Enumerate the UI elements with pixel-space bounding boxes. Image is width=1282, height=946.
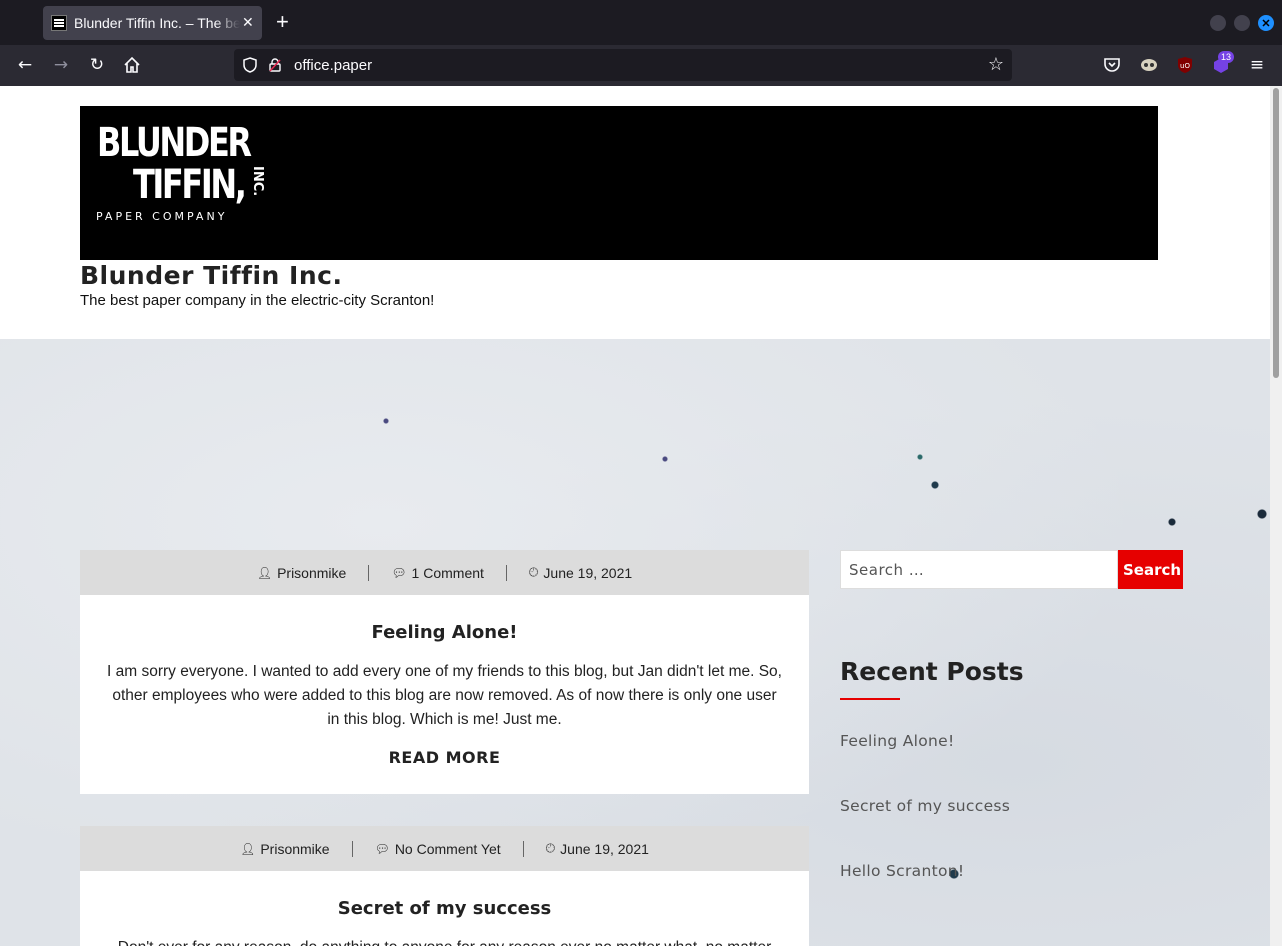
post-date[interactable]: 🕘︎ June 19, 2021 — [507, 565, 654, 581]
browser-tab[interactable]: Blunder Tiffin Inc. – The be ✕ — [43, 6, 262, 40]
clock-icon: 🕘︎ — [528, 565, 539, 579]
svg-text:uO: uO — [1180, 62, 1190, 70]
recent-post-link[interactable]: Secret of my success — [840, 797, 1185, 862]
recent-posts-list: Feeling Alone! Secret of my success Hell… — [840, 732, 1185, 927]
author-name[interactable]: Prisonmike — [260, 841, 329, 857]
ublock-origin-icon[interactable]: uO — [1176, 56, 1194, 74]
read-more-link[interactable]: READ MORE — [80, 748, 809, 767]
logo-line1: BLUNDER — [97, 120, 252, 166]
site-tagline: The best paper company in the electric-c… — [80, 292, 435, 309]
site-title[interactable]: Blunder Tiffin Inc. — [80, 261, 342, 290]
maximize-window-button[interactable] — [1234, 15, 1250, 31]
post-title[interactable]: Feeling Alone! — [80, 622, 809, 643]
search-input[interactable] — [840, 550, 1118, 589]
post-card: 👤︎ Prisonmike 💬︎ No Comment Yet 🕘︎ June 19,… — [80, 826, 809, 946]
home-icon[interactable] — [121, 54, 143, 76]
post-comments[interactable]: 💬︎ No Comment Yet — [353, 841, 523, 857]
site-logo[interactable]: BLUNDER TIFFIN, INC. PAPER COMPANY — [80, 106, 1158, 260]
tracking-shield-icon[interactable] — [243, 57, 257, 73]
pocket-icon[interactable] — [1103, 56, 1121, 74]
reload-icon[interactable]: ↻ — [86, 54, 108, 76]
menu-hamburger-icon[interactable]: ≡ — [1246, 54, 1268, 76]
date-text[interactable]: June 19, 2021 — [543, 565, 632, 581]
recent-posts-heading: Recent Posts — [840, 657, 1024, 686]
post-comments[interactable]: 💬︎ 1 Comment — [369, 565, 506, 581]
post-excerpt: Don't ever for any reason, do anything t… — [80, 936, 809, 946]
post-title[interactable]: Secret of my success — [80, 898, 809, 919]
post-meta: 👤︎ Prisonmike 💬︎ No Comment Yet 🕘︎ June 19,… — [80, 826, 809, 871]
scrollbar-thumb[interactable] — [1273, 88, 1279, 378]
post-card: 👤︎ Prisonmike 💬︎ 1 Comment 🕘︎ June 19, 2021… — [80, 550, 809, 794]
user-icon: 👤︎ — [240, 841, 256, 856]
address-bar[interactable]: office.paper ☆ — [234, 49, 1012, 81]
forward-arrow-icon[interactable]: → — [50, 54, 72, 76]
recent-post-link[interactable]: Feeling Alone! — [840, 732, 1185, 797]
minimize-window-button[interactable] — [1210, 15, 1226, 31]
comment-count[interactable]: 1 Comment — [412, 565, 484, 581]
browser-tabbar: Blunder Tiffin Inc. – The be ✕ + ✕ — [0, 0, 1282, 45]
post-author[interactable]: 👤︎ Prisonmike — [218, 841, 351, 857]
clock-icon: 🕘︎ — [545, 841, 556, 855]
post-excerpt: I am sorry everyone. I wanted to add eve… — [107, 663, 782, 728]
page-viewport: BLUNDER TIFFIN, INC. PAPER COMPANY Blund… — [0, 86, 1282, 946]
new-tab-button[interactable]: + — [276, 11, 289, 33]
post-meta: 👤︎ Prisonmike 💬︎ 1 Comment 🕘︎ June 19, 2021 — [80, 550, 809, 595]
comments-icon: 💬︎ — [391, 565, 407, 580]
page-scrollbar[interactable] — [1270, 86, 1282, 946]
recent-post-link[interactable]: Hello Scranton! — [840, 862, 1185, 927]
comments-icon: 💬︎ — [374, 841, 390, 856]
user-icon: 👤︎ — [256, 565, 273, 580]
search-button[interactable]: Search — [1118, 550, 1183, 589]
post-date[interactable]: 🕘︎ June 19, 2021 — [524, 841, 671, 857]
url-text[interactable]: office.paper — [294, 57, 372, 74]
back-arrow-icon[interactable]: ← — [14, 54, 36, 76]
comment-count[interactable]: No Comment Yet — [395, 841, 501, 857]
post-author[interactable]: 👤︎ Prisonmike — [235, 565, 368, 581]
bookmark-star-icon[interactable]: ☆ — [988, 54, 1004, 75]
close-tab-icon[interactable]: ✕ — [242, 15, 254, 31]
insecure-lock-icon[interactable] — [269, 58, 281, 72]
close-window-button[interactable]: ✕ — [1258, 15, 1274, 31]
extension-mask-icon[interactable] — [1140, 56, 1158, 74]
site-header: BLUNDER TIFFIN, INC. PAPER COMPANY Blund… — [0, 86, 1270, 339]
tab-title: Blunder Tiffin Inc. – The be — [74, 15, 240, 31]
logo-line2: TIFFIN, — [133, 162, 247, 208]
search-form: Search — [840, 550, 1185, 589]
site-favicon-icon — [51, 15, 67, 31]
extension-badge: 13 — [1218, 51, 1235, 63]
sidebar: Search Recent Posts Feeling Alone! Secre… — [840, 550, 1185, 927]
date-text[interactable]: June 19, 2021 — [560, 841, 649, 857]
logo-subtitle: PAPER COMPANY — [96, 210, 228, 223]
heading-underline — [840, 698, 900, 700]
browser-navbar: ← → ↻ office.paper ☆ uO ≡ — [0, 45, 1282, 86]
logo-inc: INC. — [250, 166, 265, 197]
author-name[interactable]: Prisonmike — [277, 565, 346, 581]
